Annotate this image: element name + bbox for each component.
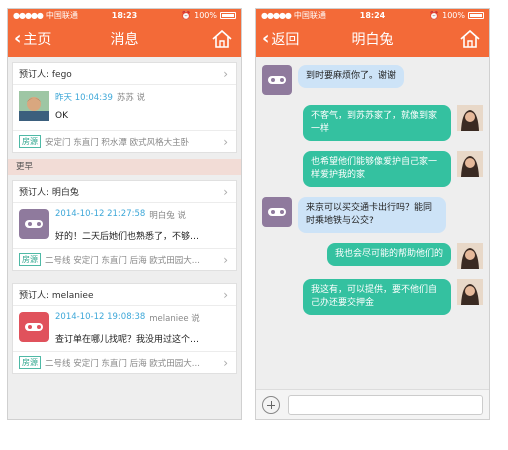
battery-icon [468, 11, 484, 19]
message-text: 好的！二天后她们也熟悉了，不够她们自... [55, 232, 205, 242]
order-card[interactable]: 预订人: melaniee › 2014-10-12 19:08:38 mela… [12, 283, 237, 374]
back-button[interactable]: ‹ 返回 [256, 29, 299, 49]
chat-input-bar [256, 389, 489, 419]
order-card[interactable]: 预订人: 明白兔 › 2014-10-12 21:27:58 明白兔 说 好的！… [12, 180, 237, 271]
chat-screen: ●●●●● 中国联通 18:24 ⏰ 100% ‹ 返回 明白兔 到时要麻烦你了… [255, 8, 490, 420]
orderer-label: 预订人: 明白兔 [19, 188, 79, 198]
listing-row[interactable]: 房源 二号线 安定门 东直门 后海 欧式田园大... › [13, 249, 236, 270]
home-icon[interactable] [211, 28, 233, 50]
status-time: 18:24 [359, 10, 386, 20]
message-time: 昨天 10:04:39 [55, 93, 113, 103]
listing-row[interactable]: 房源 安定门 东直门 积水潭 欧式风格大主卧 › [13, 131, 236, 152]
order-header[interactable]: 预订人: fego › [13, 63, 236, 85]
bot-avatar [19, 209, 49, 239]
nav-bar: ‹ 返回 明白兔 [256, 21, 489, 57]
listing-address: 二号线 安定门 东直门 后海 欧式田园大... [45, 358, 200, 369]
user-photo-avatar [19, 91, 49, 121]
chevron-right-icon: › [223, 252, 228, 267]
order-card[interactable]: 预订人: fego › 昨天 10:04:39 苏苏 说 OK 房源 安定门 东… [12, 62, 237, 153]
message-list: 到时要麻烦你了。谢谢 不客气，到苏苏家了，就像到家一样 也希望他们能够像爱护自己… [256, 57, 489, 333]
back-chevron-icon: ‹ [14, 28, 22, 49]
message-sender: melaniee 说 [149, 314, 200, 324]
message-time: 2014-10-12 21:27:58 [55, 209, 146, 219]
back-home-button[interactable]: ‹ 主页 [8, 29, 51, 49]
message-bubble: 也希望他们能够像爱护自己家一样爱护我的家 [303, 151, 451, 187]
chevron-right-icon: › [223, 66, 228, 81]
listing-address: 二号线 安定门 东直门 后海 欧式田园大... [45, 255, 200, 266]
message-time: 2014-10-12 19:08:38 [55, 312, 146, 322]
back-label: 返回 [271, 32, 300, 48]
message-bubble: 来京可以买交通卡出行吗？能同时乘地铁与公交? [298, 197, 446, 233]
message-text: 查订单在哪儿找呢？我没用过这个小猪 [55, 335, 205, 345]
status-bar: ●●●●● 中国联通 18:23 ⏰ 100% [8, 9, 241, 21]
incoming-message: 到时要麻烦你了。谢谢 [262, 65, 483, 95]
order-message[interactable]: 2014-10-12 21:27:58 明白兔 说 好的！二天后她们也熟悉了，不… [13, 203, 236, 249]
message-bubble: 我这有，可以提供，要不他们自己办还要交押金 [303, 279, 451, 315]
status-bar: ●●●●● 中国联通 18:24 ⏰ 100% [256, 9, 489, 21]
chevron-right-icon: › [223, 184, 228, 199]
incoming-message: 来京可以买交通卡出行吗？能同时乘地铁与公交? [262, 197, 483, 233]
chevron-right-icon: › [223, 287, 228, 302]
listing-tag: 房源 [19, 253, 41, 266]
orderer-label: 预订人: fego [19, 70, 72, 80]
add-icon[interactable] [262, 395, 280, 414]
status-time: 18:23 [111, 10, 138, 20]
nav-bar: ‹ 主页 消息 [8, 21, 241, 57]
message-input[interactable] [288, 394, 483, 415]
order-header[interactable]: 预订人: melaniee › [13, 284, 236, 306]
message-text: OK [55, 111, 68, 121]
listing-tag: 房源 [19, 356, 41, 369]
order-message[interactable]: 昨天 10:04:39 苏苏 说 OK [13, 85, 236, 131]
listing-tag: 房源 [19, 135, 41, 148]
listing-address: 安定门 东直门 积水潭 欧式风格大主卧 [45, 137, 190, 148]
order-list: 预订人: fego › 昨天 10:04:39 苏苏 说 OK 房源 安定门 东… [8, 57, 241, 419]
outgoing-message: 不客气，到苏苏家了，就像到家一样 [262, 105, 483, 141]
outgoing-message: 我也会尽可能的帮助他们的 [262, 243, 483, 269]
message-sender: 苏苏 说 [116, 93, 146, 103]
order-message[interactable]: 2014-10-12 19:08:38 melaniee 说 查订单在哪儿找呢？… [13, 306, 236, 352]
bot-avatar [19, 312, 49, 342]
message-bubble: 我也会尽可能的帮助他们的 [326, 243, 451, 266]
chat-area: 到时要麻烦你了。谢谢 不客气，到苏苏家了，就像到家一样 也希望他们能够像爱护自己… [256, 57, 489, 419]
chevron-right-icon: › [223, 355, 228, 370]
chevron-right-icon: › [223, 134, 228, 149]
message-bubble: 不客气，到苏苏家了，就像到家一样 [303, 105, 451, 141]
messages-screen: ●●●●● 中国联通 18:23 ⏰ 100% ‹ 主页 消息 预订人: feg… [7, 8, 242, 420]
battery-icon [220, 11, 236, 19]
order-header[interactable]: 预订人: 明白兔 › [13, 181, 236, 203]
back-chevron-icon: ‹ [262, 28, 270, 49]
listing-row[interactable]: 房源 二号线 安定门 东直门 后海 欧式田园大... › [13, 352, 236, 373]
orderer-label: 预订人: melaniee [19, 291, 94, 301]
outgoing-message: 也希望他们能够像爱护自己家一样爱护我的家 [262, 151, 483, 187]
user-photo-avatar [457, 105, 483, 131]
user-photo-avatar [457, 279, 483, 305]
bot-avatar [262, 197, 292, 227]
message-sender: 明白兔 说 [149, 211, 186, 221]
bot-avatar [262, 65, 292, 95]
user-photo-avatar [457, 151, 483, 177]
message-bubble: 到时要麻烦你了。谢谢 [298, 65, 405, 88]
outgoing-message: 我这有，可以提供，要不他们自己办还要交押金 [262, 279, 483, 315]
home-icon[interactable] [459, 28, 481, 50]
section-header: 更早 [8, 159, 241, 175]
user-photo-avatar [457, 243, 483, 269]
back-label: 主页 [23, 32, 52, 48]
